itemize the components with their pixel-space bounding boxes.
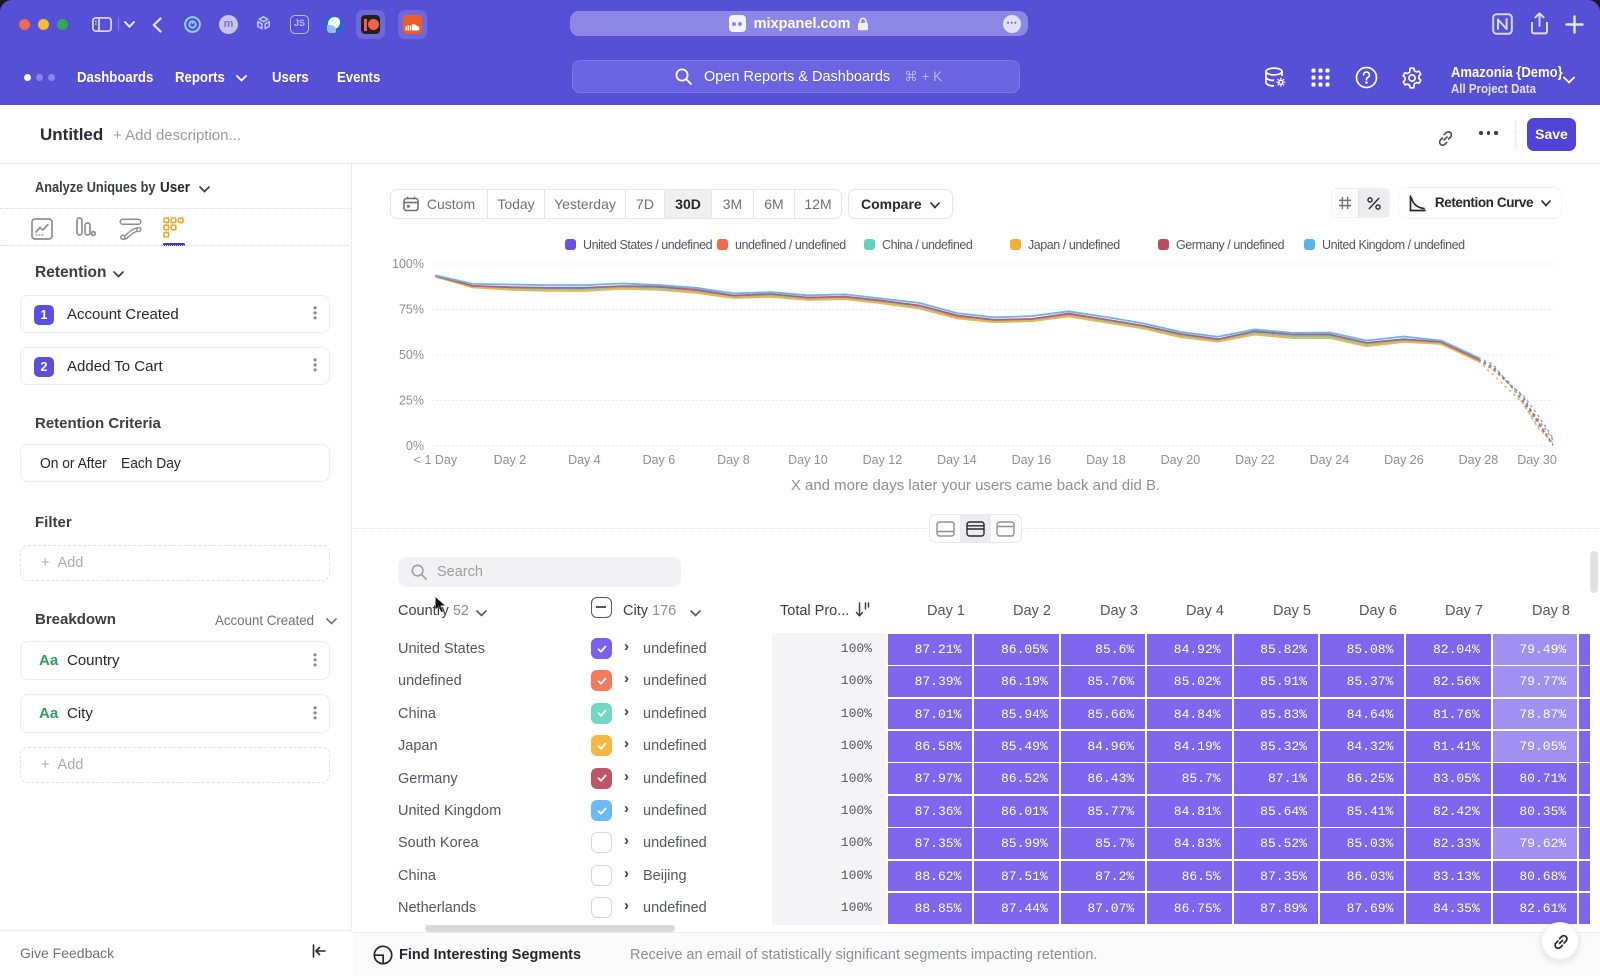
svg-text:Day 28: Day 28 xyxy=(1459,453,1499,467)
svg-text:Day 12: Day 12 xyxy=(863,453,903,467)
svg-text:0%: 0% xyxy=(406,439,424,453)
svg-text:Day 14: Day 14 xyxy=(937,453,977,467)
svg-text:Day 4: Day 4 xyxy=(568,453,601,467)
svg-text:Day 16: Day 16 xyxy=(1012,453,1052,467)
svg-text:Day 20: Day 20 xyxy=(1161,453,1201,467)
svg-text:25%: 25% xyxy=(399,394,424,408)
svg-text:Day 6: Day 6 xyxy=(643,453,676,467)
svg-text:Day 26: Day 26 xyxy=(1384,453,1424,467)
svg-text:Day 22: Day 22 xyxy=(1235,453,1275,467)
svg-text:Day 2: Day 2 xyxy=(494,453,527,467)
svg-text:75%: 75% xyxy=(399,303,424,317)
svg-text:Day 24: Day 24 xyxy=(1310,453,1350,467)
svg-text:Day 30: Day 30 xyxy=(1517,453,1557,467)
svg-text:< 1 Day: < 1 Day xyxy=(414,453,458,467)
svg-text:50%: 50% xyxy=(399,348,424,362)
svg-text:100%: 100% xyxy=(392,257,424,271)
svg-text:Day 10: Day 10 xyxy=(788,453,828,467)
svg-text:Day 8: Day 8 xyxy=(717,453,750,467)
svg-text:Day 18: Day 18 xyxy=(1086,453,1126,467)
